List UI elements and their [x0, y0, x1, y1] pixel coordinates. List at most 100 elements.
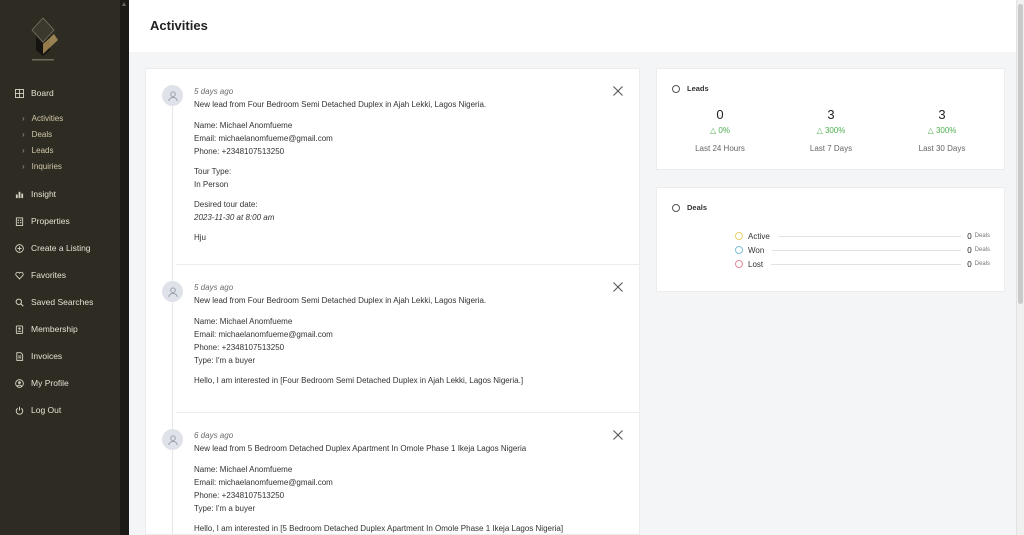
profile-icon: [15, 378, 24, 388]
plus-circle-icon: [15, 243, 24, 253]
sidebar: Board › Activities › Deals › Leads › Inquiri…: [0, 0, 120, 535]
stat-value: 3: [938, 107, 946, 122]
leads-card: Leads 0 △ 0% Last 24 Hours 3 △ 300% Last…: [656, 68, 1005, 170]
sidebar-item-label: Properties: [31, 216, 70, 226]
board-icon: [15, 88, 24, 98]
sidebar-item-board[interactable]: Board: [0, 84, 120, 102]
lead-type: Type: I'm a buyer: [194, 504, 256, 513]
activity-title: New lead from Four Bedroom Semi Detached…: [194, 100, 487, 109]
scroll-up-arrow-icon[interactable]: [122, 2, 126, 6]
lead-name: Name: Michael Anomfueme: [194, 121, 293, 130]
lead-email: Email: michaelanomfueme@gmail.com: [194, 478, 333, 487]
deal-count: 0: [967, 259, 972, 269]
leads-stat-24h: 0 △ 0% Last 24 Hours: [665, 107, 775, 153]
lead-name: Name: Michael Anomfueme: [194, 465, 293, 474]
stat-value: 3: [827, 107, 835, 122]
sidebar-subitem-activities[interactable]: › Activities: [0, 110, 120, 126]
activity-time: 6 days ago: [194, 431, 234, 440]
avatar: [162, 429, 183, 450]
sidebar-item-membership[interactable]: Membership: [0, 320, 120, 338]
sidebar-item-my-profile[interactable]: My Profile: [0, 374, 120, 392]
heart-icon: [15, 271, 24, 280]
activity-time: 5 days ago: [194, 87, 234, 96]
deal-label: Won: [748, 245, 765, 255]
sidebar-nav: Board › Activities › Deals › Leads › Inquiri…: [0, 84, 120, 419]
sidebar-subitem-label: Leads: [31, 145, 54, 155]
lead-phone: Phone: +2348107513250: [194, 491, 285, 500]
sidebar-subitem-label: Deals: [31, 129, 53, 139]
membership-icon: [15, 324, 24, 334]
sidebar-item-saved-searches[interactable]: Saved Searches: [0, 293, 120, 311]
sidebar-subitem-inquiries[interactable]: › Inquiries: [0, 158, 120, 174]
deal-progress-line: [772, 249, 962, 251]
sidebar-item-label: Insight: [31, 189, 57, 199]
power-icon: [15, 406, 24, 415]
deal-row-active: Active 0 Deals: [735, 229, 990, 243]
stat-change-value: 0%: [718, 126, 730, 135]
triangle-up-icon: △: [816, 126, 825, 135]
sidebar-item-insight[interactable]: Insight: [0, 185, 120, 203]
deal-unit: Deals: [974, 247, 990, 253]
leads-stat-30d: 3 △ 300% Last 30 Days: [887, 107, 997, 153]
activity-feed: 5 days ago New lead from Four Bedroom Se…: [145, 68, 640, 535]
avatar: [162, 85, 183, 106]
sidebar-item-favorites[interactable]: Favorites: [0, 266, 120, 284]
brand-logo[interactable]: [24, 14, 62, 66]
status-dot-icon: [735, 232, 743, 240]
divider: [176, 412, 639, 413]
sidebar-subitem-deals[interactable]: › Deals: [0, 126, 120, 142]
deal-row-won: Won 0 Deals: [735, 243, 990, 257]
status-dot-icon: [735, 260, 743, 268]
leads-stat-7d: 3 △ 300% Last 7 Days: [776, 107, 886, 153]
deals-card: Deals Active 0 Deals Won 0 Deals Lost 0 …: [656, 187, 1005, 292]
lead-message: Hello, I am interested in [Four Bedroom …: [194, 376, 524, 385]
deal-count: 0: [967, 245, 972, 255]
chevron-right-icon: ›: [22, 161, 25, 171]
sidebar-item-create-listing[interactable]: Create a Listing: [0, 239, 120, 257]
user-icon: [167, 286, 178, 297]
tour-date-label: Desired tour date:: [194, 200, 258, 209]
lead-email: Email: michaelanomfueme@gmail.com: [194, 330, 333, 339]
tour-type-value: In Person: [194, 180, 229, 189]
leads-card-header: Leads: [672, 84, 709, 93]
divider: [176, 264, 639, 265]
sidebar-item-log-out[interactable]: Log Out: [0, 401, 120, 419]
building-icon: [15, 216, 24, 226]
status-dot-icon: [735, 246, 743, 254]
sidebar-item-label: My Profile: [31, 378, 69, 388]
activity-title: New lead from 5 Bedroom Detached Duplex …: [194, 444, 527, 453]
deal-progress-line: [771, 263, 962, 265]
stat-label: Last 30 Days: [918, 144, 966, 153]
sidebar-item-label: Create a Listing: [31, 243, 91, 253]
sidebar-item-label: Board: [31, 88, 54, 98]
sidebar-subitem-label: Inquiries: [31, 161, 62, 171]
sidebar-item-properties[interactable]: Properties: [0, 212, 120, 230]
sidebar-item-label: Favorites: [31, 270, 66, 280]
sidebar-scrollbar[interactable]: [120, 0, 129, 535]
scrollbar-thumb[interactable]: [1018, 4, 1023, 304]
sidebar-subitem-leads[interactable]: › Leads: [0, 142, 120, 158]
chevron-right-icon: ›: [22, 145, 25, 155]
deal-label: Lost: [748, 259, 764, 269]
deal-progress-line: [777, 235, 962, 237]
user-icon: [167, 434, 178, 445]
stat-change-value: 300%: [935, 126, 957, 135]
chevron-right-icon: ›: [22, 113, 25, 123]
stat-value: 0: [716, 107, 724, 122]
lead-phone: Phone: +2348107513250: [194, 343, 285, 352]
search-icon: [15, 298, 24, 307]
leads-card-title: Leads: [687, 84, 709, 93]
tour-type-label: Tour Type:: [194, 167, 232, 176]
chevron-right-icon: ›: [22, 129, 25, 139]
sidebar-item-label: Membership: [31, 324, 78, 334]
invoice-icon: [15, 351, 24, 361]
sidebar-item-invoices[interactable]: Invoices: [0, 347, 120, 365]
sidebar-item-label: Log Out: [31, 405, 62, 415]
lead-message: Hello, I am interested in [5 Bedroom Det…: [194, 524, 564, 533]
deal-unit: Deals: [974, 261, 990, 267]
avatar: [162, 281, 183, 302]
deal-count: 0: [967, 231, 972, 241]
page-scrollbar[interactable]: [1016, 0, 1024, 535]
deal-row-lost: Lost 0 Deals: [735, 257, 990, 271]
lead-email: Email: michaelanomfueme@gmail.com: [194, 134, 333, 143]
